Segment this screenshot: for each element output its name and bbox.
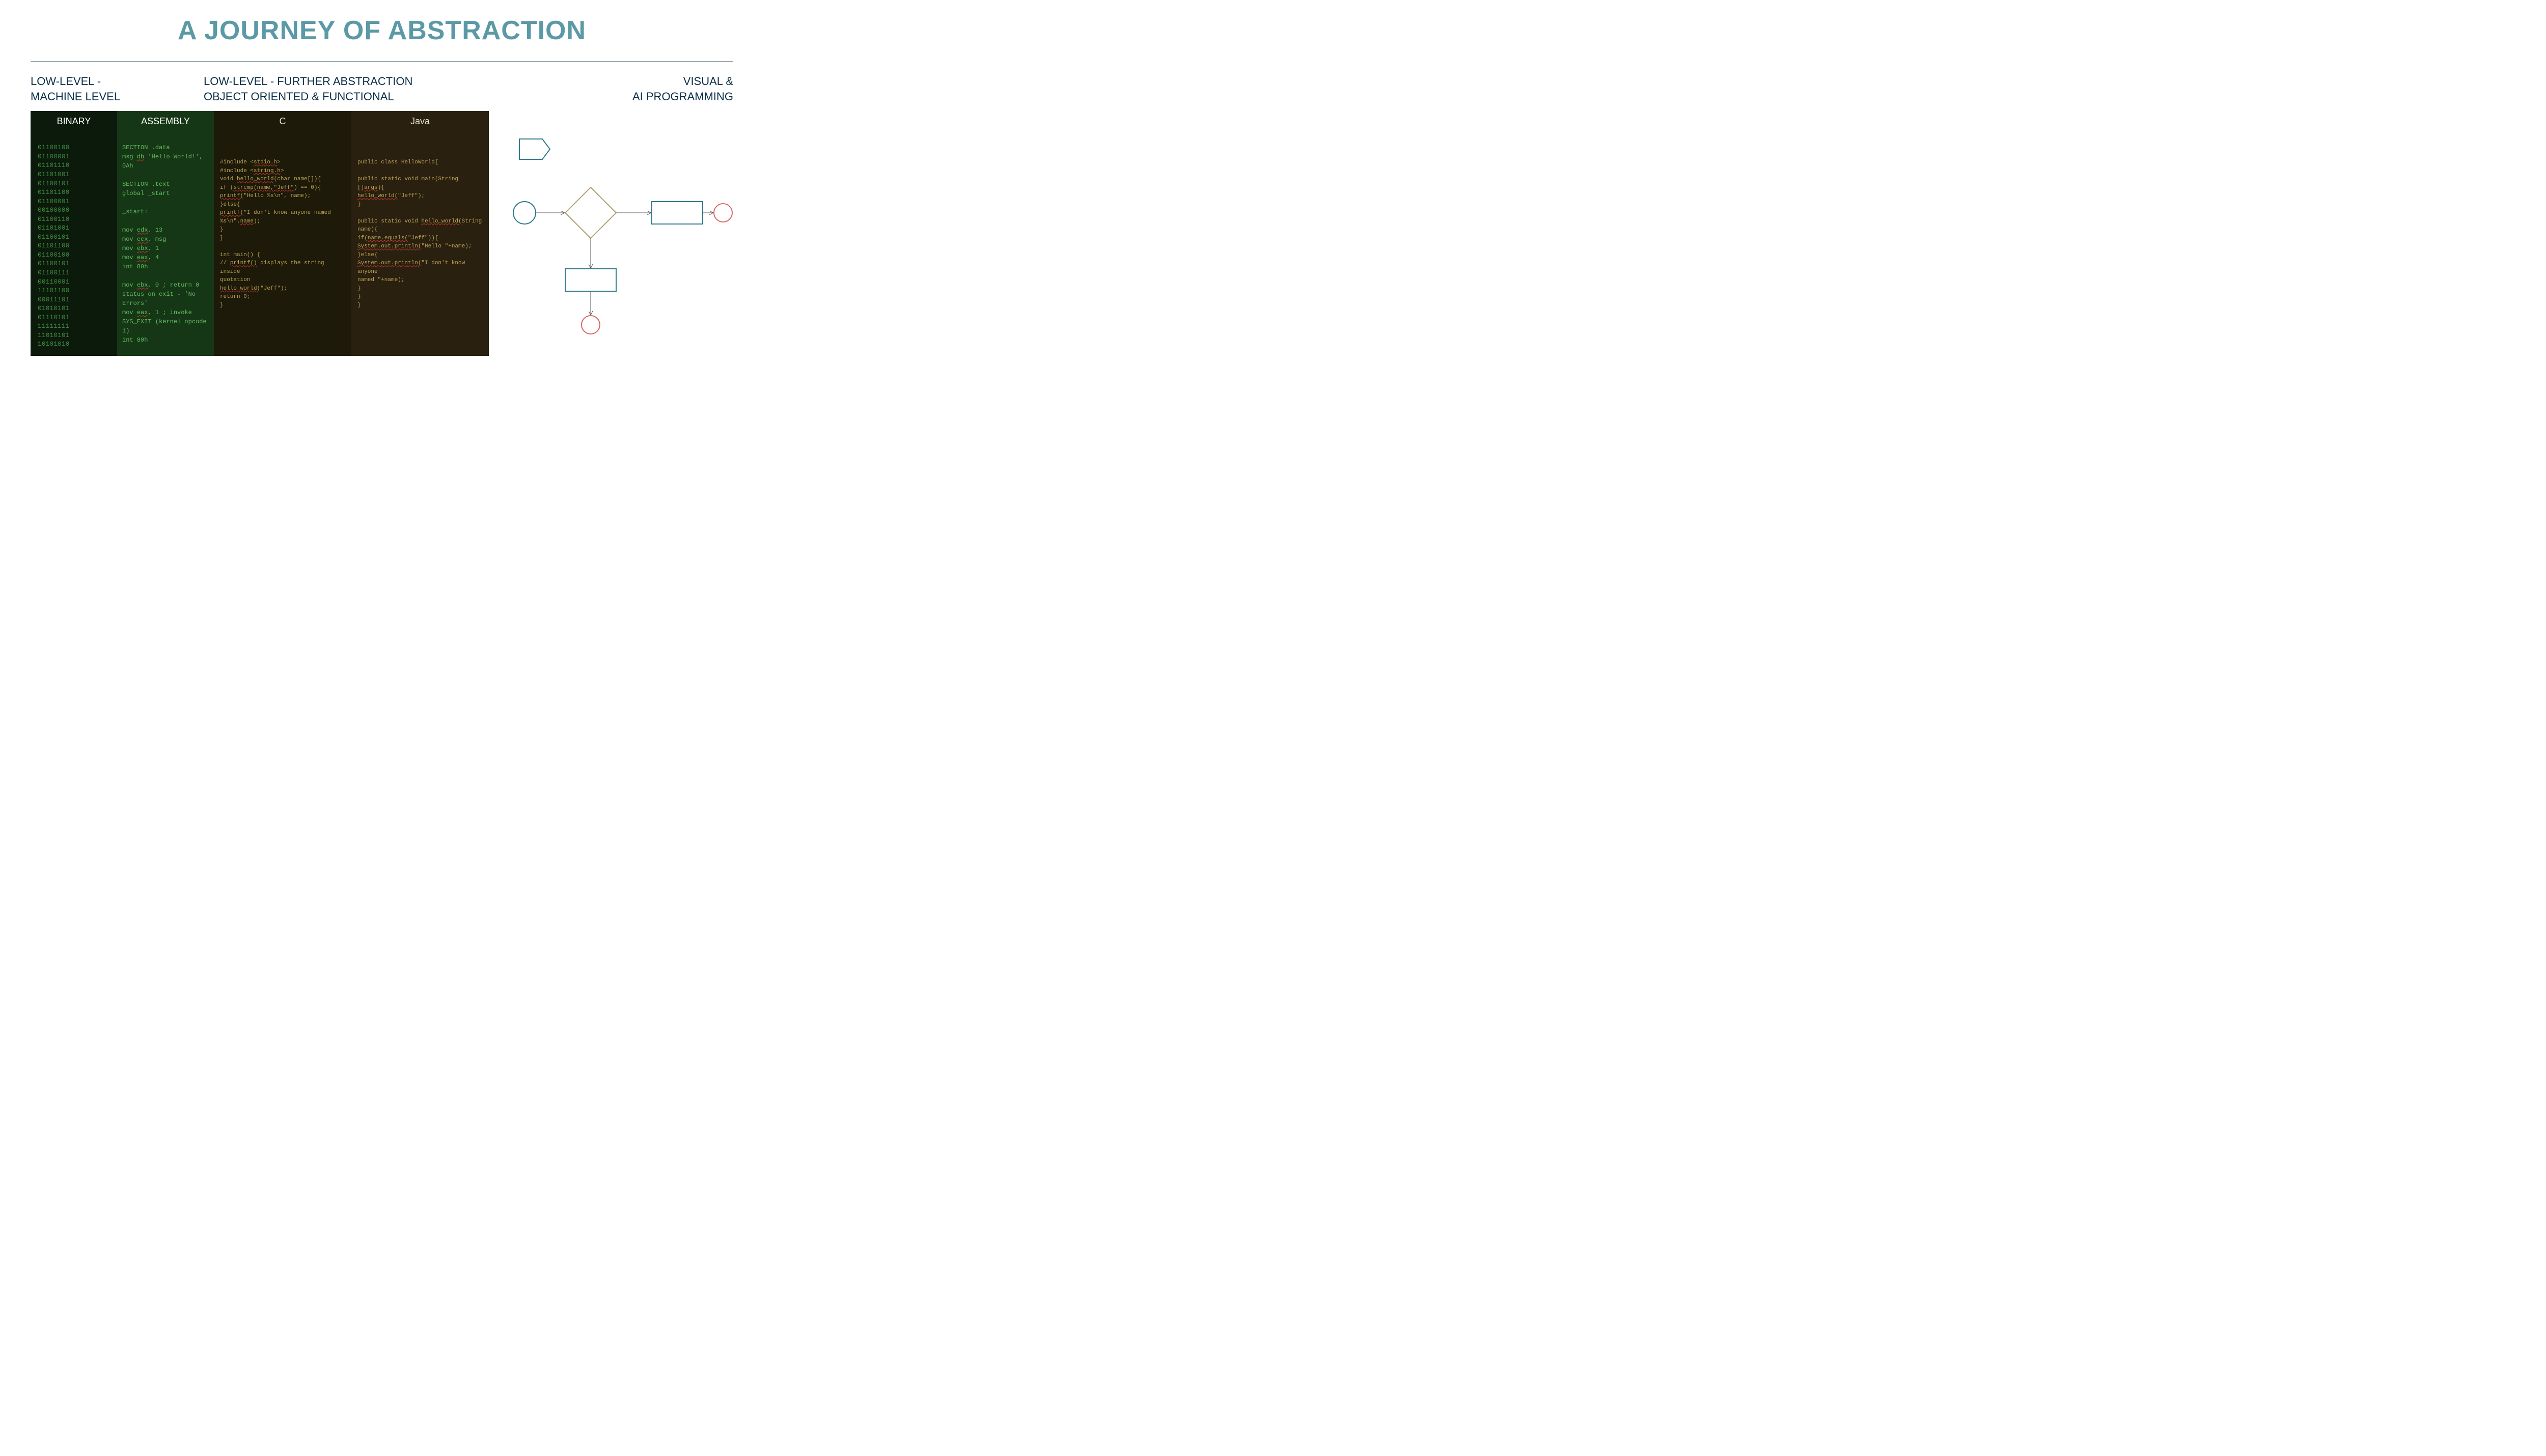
binary-code: 0110010001100001011011100110100101100101… bbox=[31, 131, 117, 356]
java-panel: Java public class HelloWorld{ public sta… bbox=[351, 111, 489, 356]
flowchart-end-icon bbox=[714, 204, 732, 222]
flowchart-panel bbox=[489, 111, 733, 356]
flowchart-end-icon bbox=[582, 316, 600, 334]
binary-panel: BINARY 011001000110000101101110011010010… bbox=[31, 111, 117, 356]
header-line: VISUAL & bbox=[683, 75, 733, 88]
assembly-panel: ASSEMBLY SECTION .datamsg db 'Hello Worl… bbox=[117, 111, 214, 356]
flowchart-start-icon bbox=[519, 139, 550, 159]
assembly-heading: ASSEMBLY bbox=[117, 111, 214, 131]
header-line: AI PROGRAMMING bbox=[632, 90, 733, 103]
header-machine-level: LOW-LEVEL - MACHINE LEVEL bbox=[31, 74, 204, 104]
flowchart-svg bbox=[489, 111, 733, 355]
java-heading: Java bbox=[351, 111, 489, 131]
c-code: #include <stdio.h>#include <string.h>voi… bbox=[214, 131, 351, 317]
assembly-code: SECTION .datamsg db 'Hello World!',0Ah S… bbox=[117, 131, 214, 352]
header-line: MACHINE LEVEL bbox=[31, 90, 120, 103]
header-line: OBJECT ORIENTED & FUNCTIONAL bbox=[204, 90, 394, 103]
c-panel: C #include <stdio.h>#include <string.h>v… bbox=[214, 111, 351, 356]
divider bbox=[31, 61, 733, 62]
flowchart-process-icon bbox=[565, 269, 616, 291]
flowchart-decision-icon bbox=[565, 187, 616, 238]
slide-title: A JOURNEY OF ABSTRACTION bbox=[31, 15, 733, 46]
flowchart-process-icon bbox=[652, 202, 703, 224]
flowchart-input-icon bbox=[513, 202, 536, 224]
header-line: LOW-LEVEL - FURTHER ABSTRACTION bbox=[204, 75, 412, 88]
header-line: LOW-LEVEL - bbox=[31, 75, 101, 88]
c-heading: C bbox=[214, 111, 351, 131]
column-headers: LOW-LEVEL - MACHINE LEVEL LOW-LEVEL - FU… bbox=[31, 74, 733, 104]
binary-heading: BINARY bbox=[31, 111, 117, 131]
panels-row: BINARY 011001000110000101101110011010010… bbox=[31, 111, 733, 356]
java-code: public class HelloWorld{ public static v… bbox=[351, 131, 489, 317]
header-further-abstraction: LOW-LEVEL - FURTHER ABSTRACTION OBJECT O… bbox=[204, 74, 489, 104]
header-visual-ai: VISUAL & AI PROGRAMMING bbox=[489, 74, 733, 104]
